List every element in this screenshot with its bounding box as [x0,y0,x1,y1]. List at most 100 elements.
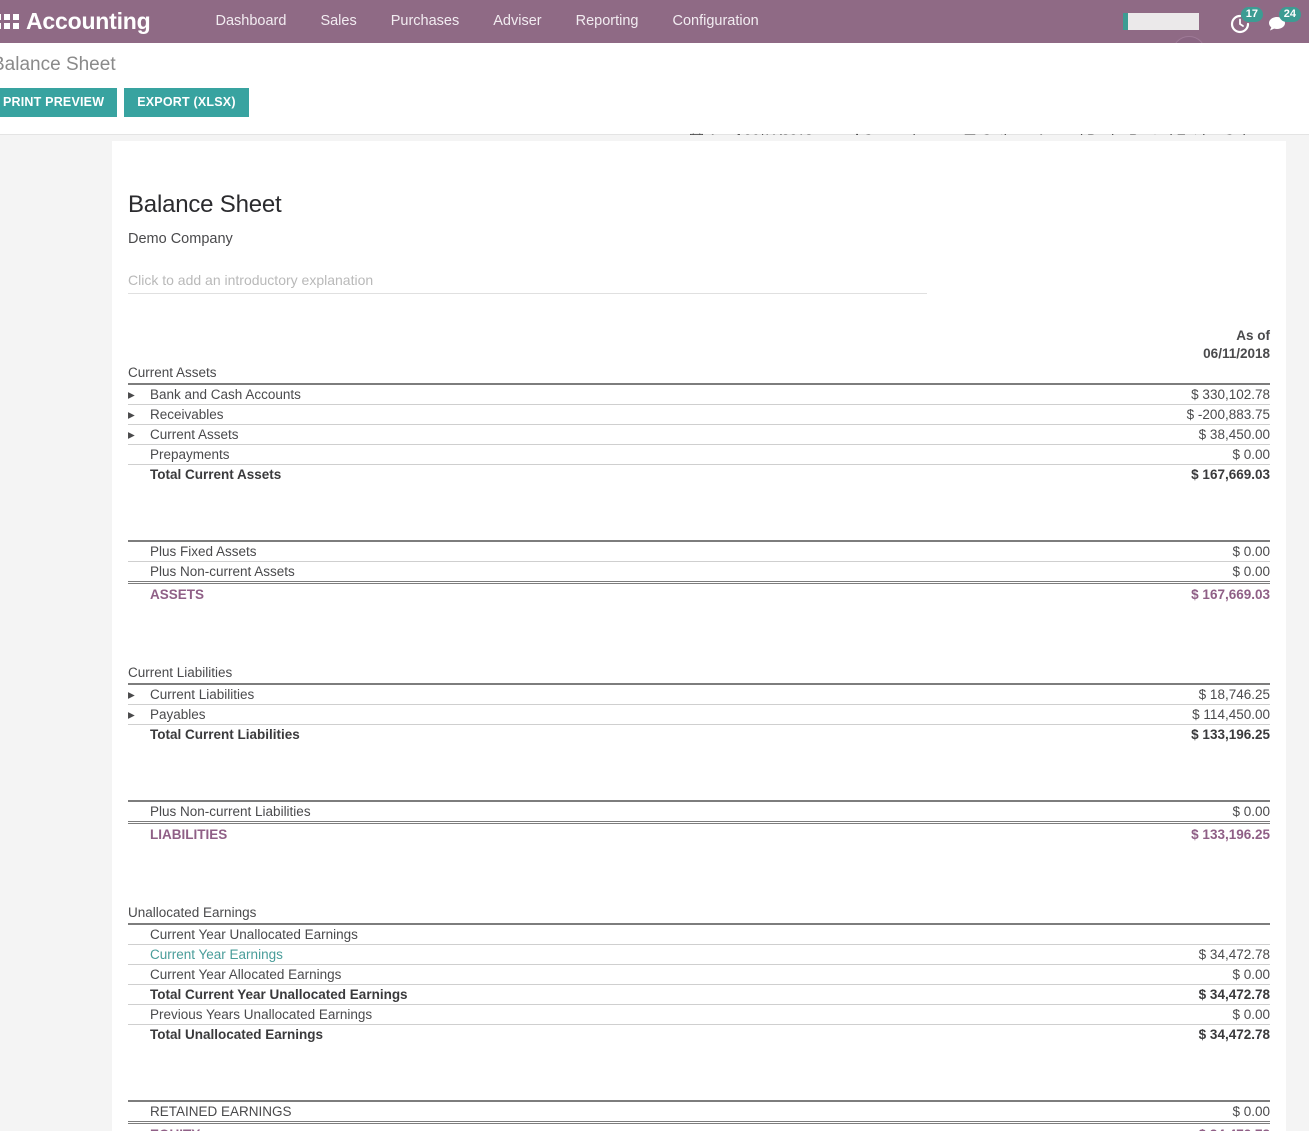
section-label: Current Assets [128,363,1270,384]
row-label: Plus Fixed Assets [150,541,996,562]
nav-item-reporting[interactable]: Reporting [559,0,656,43]
table-row[interactable]: Current Year Unallocated Earnings [128,924,1270,945]
breadcrumb[interactable]: Balance Sheet [0,54,116,76]
row-amount: $ 0.00 [996,562,1270,583]
expand-triangle-icon[interactable]: ▸ [128,684,150,705]
grand-total-row: ASSETS$ 167,669.03 [128,583,1270,607]
row-marker [128,965,150,985]
column-header-date-row: 06/11/2018 [128,345,1270,363]
column-header-row: As of [128,327,1270,345]
nav-item-configuration[interactable]: Configuration [655,0,775,43]
export-xlsx-button[interactable]: EXPORT (XLSX) [124,88,248,117]
row-label: Prepayments [150,445,996,465]
messages-menu[interactable]: 24 [1265,5,1299,39]
table-row[interactable]: Plus Fixed Assets$ 0.00 [128,541,1270,562]
nav-item-sales[interactable]: Sales [303,0,373,43]
row-label: Total Unallocated Earnings [150,1025,996,1045]
table-row[interactable]: Total Current Year Unallocated Earnings$… [128,985,1270,1005]
nav-item-purchases[interactable]: Purchases [374,0,477,43]
expand-triangle-icon[interactable]: ▸ [128,384,150,405]
row-marker [128,801,150,823]
table-row[interactable]: Total Current Liabilities$ 133,196.25 [128,725,1270,745]
row-amount: $ 330,102.78 [996,384,1270,405]
navbar-right-tools: 17 24 [1123,0,1309,43]
row-label: Current Assets [150,425,996,445]
row-label[interactable]: Current Year Earnings [150,945,996,965]
row-label: Plus Non-current Assets [150,562,996,583]
row-amount: $ 34,472.78 [996,945,1270,965]
row-amount: $ 0.00 [996,801,1270,823]
table-row[interactable]: ▸Payables$ 114,450.00 [128,705,1270,725]
table-row[interactable]: Plus Non-current Liabilities$ 0.00 [128,801,1270,823]
table-row[interactable]: Total Unallocated Earnings$ 34,472.78 [128,1025,1270,1045]
row-amount: $ 133,196.25 [996,725,1270,745]
grand-total-label: EQUITY [150,1123,996,1131]
row-amount: $ 18,746.25 [996,684,1270,705]
expand-triangle-icon[interactable]: ▸ [128,425,150,445]
column-header-as-of: As of [996,327,1270,345]
odoo-accounting-app: Accounting Dashboard Sales Purchases Adv… [0,0,1309,1131]
table-row[interactable]: ▸Current Assets$ 38,450.00 [128,425,1270,445]
row-marker [128,562,150,583]
section-label-row: Unallocated Earnings [128,903,1270,924]
row-marker [128,725,150,745]
grand-total-amount: $ 34,472.78 [996,1123,1270,1131]
table-row[interactable]: Current Year Earnings$ 34,472.78 [128,945,1270,965]
row-amount [996,924,1270,945]
report-sheet: Balance Sheet Demo Company Click to add … [112,141,1286,1131]
grand-total-row: EQUITY$ 34,472.78 [128,1123,1270,1131]
activity-menu[interactable]: 17 [1227,5,1261,39]
row-marker [128,445,150,465]
table-row[interactable]: Current Year Allocated Earnings$ 0.00 [128,965,1270,985]
section-label: Current Liabilities [128,663,1270,684]
row-amount: $ 34,472.78 [996,985,1270,1005]
table-row[interactable]: Previous Years Unallocated Earnings$ 0.0… [128,1005,1270,1025]
main-menu: Dashboard Sales Purchases Adviser Report… [199,0,776,43]
row-amount: $ -200,883.75 [996,405,1270,425]
row-marker [128,465,150,485]
section-label-row: Current Assets [128,363,1270,384]
row-label: Total Current Year Unallocated Earnings [150,985,996,1005]
row-label: Current Year Allocated Earnings [150,965,996,985]
row-marker [128,1101,150,1123]
app-brand-title[interactable]: Accounting [26,8,151,35]
row-label: Previous Years Unallocated Earnings [150,1005,996,1025]
grand-total-label: LIABILITIES [150,823,996,847]
nav-item-adviser[interactable]: Adviser [476,0,558,43]
search-input[interactable] [1123,13,1199,30]
table-row[interactable]: Plus Non-current Assets$ 0.00 [128,562,1270,583]
table-row[interactable]: ▸Current Liabilities$ 18,746.25 [128,684,1270,705]
row-amount: $ 34,472.78 [996,1025,1270,1045]
row-label: Payables [150,705,996,725]
section-spacer [128,744,1270,801]
table-row[interactable]: Prepayments$ 0.00 [128,445,1270,465]
table-row[interactable]: RETAINED EARNINGS$ 0.00 [128,1101,1270,1123]
expand-triangle-icon[interactable]: ▸ [128,405,150,425]
row-amount: $ 0.00 [996,965,1270,985]
row-label: RETAINED EARNINGS [150,1101,996,1123]
nav-item-dashboard[interactable]: Dashboard [199,0,304,43]
row-amount: $ 167,669.03 [996,465,1270,485]
row-amount: $ 114,450.00 [996,705,1270,725]
row-label: Total Current Liabilities [150,725,996,745]
row-marker [128,1005,150,1025]
row-label: Receivables [150,405,996,425]
grand-total-row: LIABILITIES$ 133,196.25 [128,823,1270,847]
apps-grid-icon[interactable] [0,12,20,32]
control-panel: Balance Sheet PRINT PREVIEW EXPORT (XLSX… [0,43,1309,135]
introductory-explanation-input[interactable]: Click to add an introductory explanation [128,272,927,294]
row-marker [128,945,150,965]
messages-count-badge: 24 [1279,7,1301,22]
table-row[interactable]: ▸Receivables$ -200,883.75 [128,405,1270,425]
row-amount: $ 0.00 [996,445,1270,465]
section-spacer [128,846,1270,903]
expand-triangle-icon[interactable]: ▸ [128,705,150,725]
row-marker [128,541,150,562]
page-title: Balance Sheet [128,191,1266,219]
row-label: Total Current Assets [150,465,996,485]
table-row[interactable]: Total Current Assets$ 167,669.03 [128,465,1270,485]
row-amount: $ 0.00 [996,541,1270,562]
table-row[interactable]: ▸Bank and Cash Accounts$ 330,102.78 [128,384,1270,405]
print-preview-button[interactable]: PRINT PREVIEW [0,88,117,117]
section-label-row: Current Liabilities [128,663,1270,684]
